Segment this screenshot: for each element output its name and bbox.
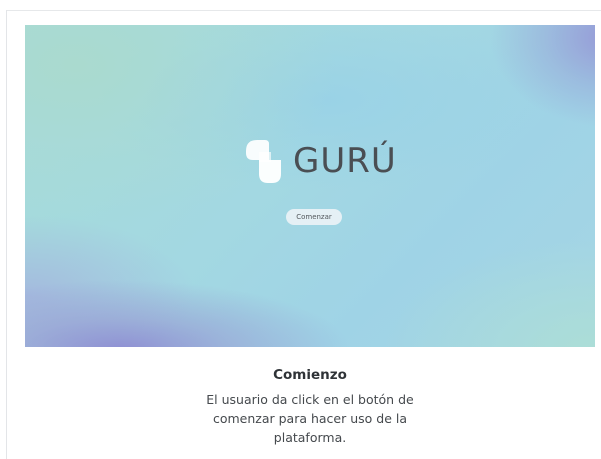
brand-name: GURÚ: [293, 141, 397, 181]
caption-title: Comienzo: [273, 367, 347, 383]
guru-logo-icon: [246, 140, 281, 183]
start-button[interactable]: Comenzar: [286, 209, 342, 225]
caption-block: Comienzo El usuario da click en el botón…: [25, 364, 595, 447]
brand-lockup: GURÚ: [243, 137, 397, 185]
frame-left-border: [6, 10, 7, 459]
frame-top-border: [6, 10, 601, 11]
welcome-screen: GURÚ Comenzar: [25, 25, 595, 347]
slide-page: GURÚ Comenzar Comienzo El usuario da cli…: [0, 0, 601, 459]
caption-description: El usuario da click en el botón de comen…: [206, 392, 414, 445]
